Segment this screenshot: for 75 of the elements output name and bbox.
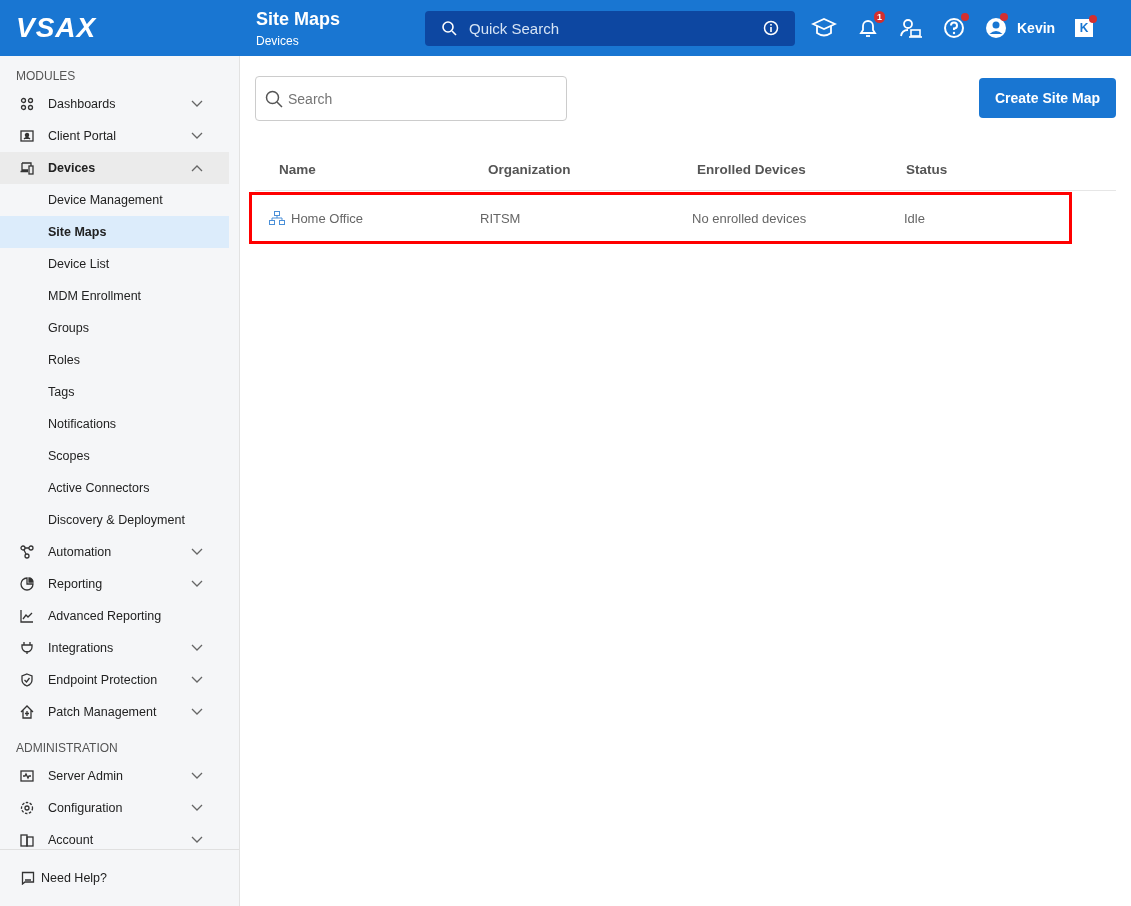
shield-icon: [20, 673, 34, 687]
section-heading: ADMINISTRATION: [15, 740, 119, 757]
create-site-map-button[interactable]: Create Site Map: [978, 78, 1116, 118]
chevron-icon: [191, 132, 203, 140]
chevron-icon: [191, 804, 203, 812]
chevron-icon: [191, 164, 203, 172]
section-heading: MODULES: [15, 68, 77, 85]
table-cell: Idle: [904, 210, 925, 226]
nav-subitem[interactable]: Scopes: [0, 440, 229, 472]
nav-item[interactable]: Client Portal: [0, 120, 229, 152]
account-icon: [20, 833, 34, 847]
nav-subitem[interactable]: Tags: [0, 376, 229, 408]
table-row[interactable]: Home Office RITSM No enrolled devices Idle: [249, 192, 1072, 244]
server-icon: [20, 769, 34, 783]
nav-subitem[interactable]: Device Management: [0, 184, 229, 216]
table-cell: No enrolled devices: [692, 210, 807, 226]
nav-subitem[interactable]: Device List: [0, 248, 229, 280]
table-cell: RITSM: [480, 210, 521, 226]
table-cell: Home Office: [291, 210, 363, 226]
avatar-icon[interactable]: [985, 17, 1007, 39]
nav-item[interactable]: Reporting: [0, 568, 229, 600]
chart-icon: [20, 609, 34, 623]
plug-icon: [20, 641, 34, 655]
network-icon: [269, 211, 285, 225]
bell-icon[interactable]: [857, 17, 879, 39]
column-header[interactable]: Status: [906, 161, 1116, 177]
portal-icon: [20, 129, 34, 143]
grid-icon: [20, 97, 34, 111]
help-icon[interactable]: [943, 17, 965, 39]
devices-icon: [20, 161, 34, 175]
breadcrumb: Devices: [256, 33, 300, 48]
info-icon[interactable]: [763, 20, 779, 36]
nav-item[interactable]: Integrations: [0, 632, 229, 664]
nav-item[interactable]: Devices: [0, 152, 229, 184]
help-link[interactable]: Need Help?: [0, 849, 239, 906]
chevron-icon: [191, 100, 203, 108]
nav-item[interactable]: Account: [0, 824, 229, 849]
logo[interactable]: VSAX: [0, 12, 240, 44]
nav-subitem[interactable]: Active Connectors: [0, 472, 229, 504]
column-header[interactable]: Organization: [488, 161, 697, 177]
app-launcher[interactable]: K: [1075, 19, 1094, 37]
column-header[interactable]: Name: [279, 161, 488, 177]
search-field[interactable]: Search: [255, 76, 567, 121]
nav-item[interactable]: Server Admin: [0, 760, 229, 792]
house-icon: [20, 705, 34, 719]
notification-count: 1: [874, 11, 885, 23]
nav-item[interactable]: Endpoint Protection: [0, 664, 229, 696]
nav-subitem[interactable]: Site Maps: [0, 216, 229, 248]
chevron-icon: [191, 676, 203, 684]
user-name[interactable]: Kevin: [1017, 20, 1056, 36]
automation-icon: [20, 545, 34, 559]
quick-search-field[interactable]: Quick Search: [425, 10, 795, 46]
chevron-icon: [191, 644, 203, 652]
nav-item[interactable]: Automation: [0, 536, 229, 568]
nav-item[interactable]: Advanced Reporting: [0, 600, 229, 632]
graduation-cap-icon[interactable]: [811, 17, 837, 39]
column-header[interactable]: Enrolled Devices: [697, 161, 906, 177]
nav-item[interactable]: Dashboards: [0, 88, 229, 120]
page-title: Site Maps: [256, 8, 342, 30]
nav-subitem[interactable]: Notifications: [0, 408, 229, 440]
nav-item[interactable]: Configuration: [0, 792, 229, 824]
chevron-icon: [191, 708, 203, 716]
nav-subitem[interactable]: Discovery & Deployment: [0, 504, 229, 536]
reporting-icon: [20, 577, 34, 591]
chevron-icon: [191, 580, 203, 588]
nav-item[interactable]: Patch Management: [0, 696, 229, 728]
support-agent-icon[interactable]: [899, 17, 923, 39]
nav-subitem[interactable]: MDM Enrollment: [0, 280, 229, 312]
chevron-icon: [191, 836, 203, 844]
chat-icon: [21, 871, 35, 885]
chevron-icon: [191, 772, 203, 780]
nav-subitem[interactable]: Roles: [0, 344, 229, 376]
chevron-icon: [191, 548, 203, 556]
nav-subitem[interactable]: Groups: [0, 312, 229, 344]
gear-icon: [20, 801, 34, 815]
